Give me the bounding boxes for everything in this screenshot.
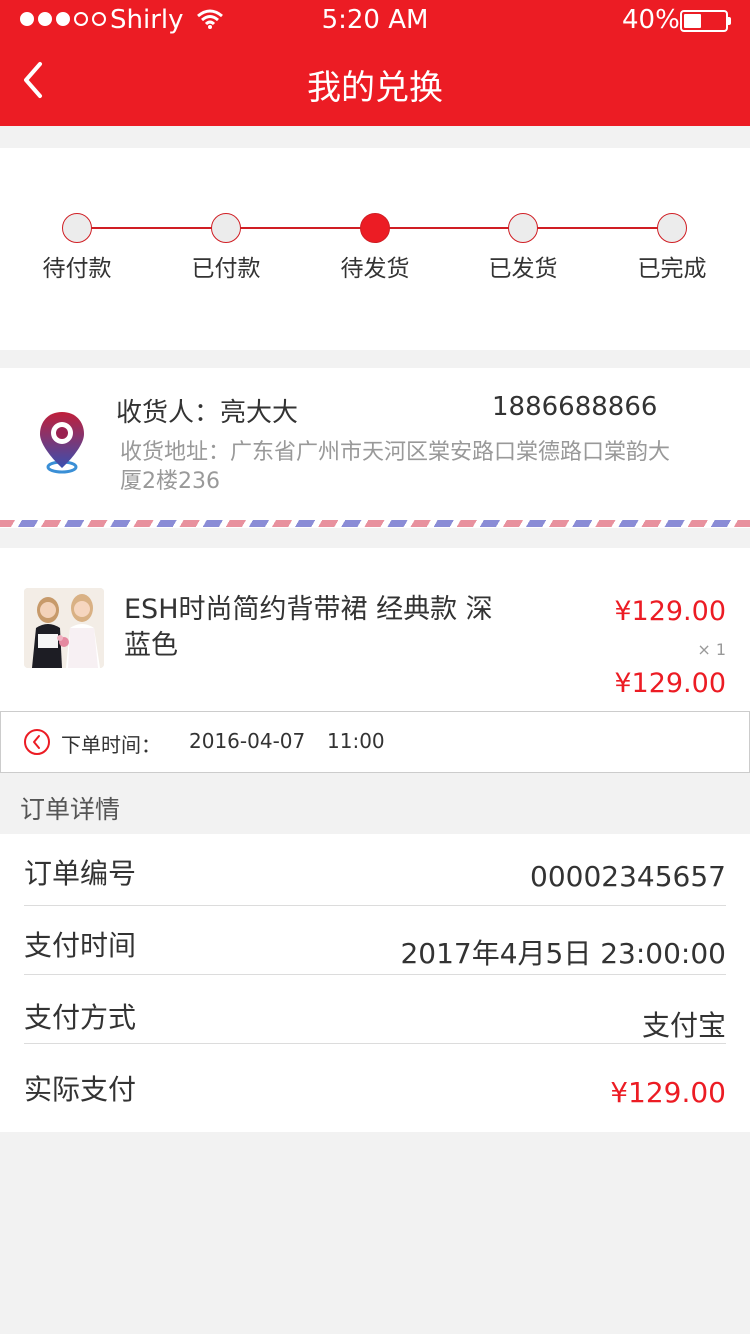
page-title: 我的兑换 xyxy=(307,68,443,108)
detail-key: 支付时间 xyxy=(24,929,137,962)
status-bar: Shirly 5:20 AM 40% xyxy=(0,0,750,40)
detail-value: 00002345657 xyxy=(530,860,726,893)
location-pin-icon xyxy=(40,412,84,474)
step-label: 待付款 xyxy=(42,256,112,282)
step-paid[interactable]: 已付款 xyxy=(166,213,286,283)
detail-value: 支付宝 xyxy=(641,1009,726,1042)
product-quantity: × 1 xyxy=(697,640,726,659)
detail-row-order-number: 订单编号 00002345657 xyxy=(24,834,726,904)
detail-key: 订单编号 xyxy=(24,857,137,890)
step-awaiting-shipment[interactable]: 待发货 xyxy=(315,213,435,283)
product-thumbnail xyxy=(24,588,104,668)
order-date: 2016-04-07 xyxy=(189,729,306,753)
order-details-header: 订单详情 xyxy=(20,795,121,824)
order-time-bar: 下单时间： 2016-04-07 11:00 xyxy=(0,711,750,773)
order-details-list: 订单编号 00002345657 支付时间 2017年4月5日 23:00:00… xyxy=(0,834,750,1132)
product-name: ESH时尚简约背带裙 经典款 深蓝色 xyxy=(124,594,493,661)
detail-row-payment-method: 支付方式 支付宝 xyxy=(24,978,726,1048)
order-hour: 11:00 xyxy=(327,729,385,753)
detail-value: 2017年4月5日 23:00:00 xyxy=(400,937,726,970)
clock-icon xyxy=(24,729,50,755)
consignee-name: 亮大大 xyxy=(220,398,299,428)
nav-bar: 我的兑换 xyxy=(0,40,750,126)
step-completed[interactable]: 已完成 xyxy=(612,213,732,283)
step-pending-payment[interactable]: 待付款 xyxy=(17,213,137,283)
step-circle xyxy=(62,213,92,243)
order-progress: 待付款 已付款 待发货 已发货 已完成 xyxy=(0,148,750,350)
step-label: 已完成 xyxy=(637,256,707,282)
order-time-label: 下单时间： xyxy=(61,733,161,757)
shipping-address-card[interactable]: 收货人：亮大大 1886688866 收货地址：广东省广州市天河区棠安路口棠德路… xyxy=(0,368,750,528)
step-label: 已发货 xyxy=(488,256,558,282)
address-text: 收货地址：广东省广州市天河区棠安路口棠德路口棠韵大厦2楼236 xyxy=(120,440,671,494)
consignee: 收货人：亮大大 xyxy=(116,392,298,429)
product-price: ¥129.00 xyxy=(614,596,726,627)
detail-key: 支付方式 xyxy=(24,1001,137,1034)
detail-value: ¥129.00 xyxy=(610,1076,726,1109)
header: Shirly 5:20 AM 40% 我的兑换 xyxy=(0,0,750,126)
step-circle xyxy=(211,213,241,243)
row-divider xyxy=(24,974,726,975)
product-item[interactable]: ESH时尚简约背带裙 经典款 深蓝色 ¥129.00 × 1 ¥129.00 xyxy=(0,548,750,711)
step-label: 待发货 xyxy=(340,256,410,282)
step-circle-active xyxy=(360,213,390,243)
step-label: 已付款 xyxy=(191,256,261,282)
product-total: ¥129.00 xyxy=(614,668,726,699)
row-divider xyxy=(24,1043,726,1044)
step-shipped[interactable]: 已发货 xyxy=(463,213,583,283)
consignee-phone: 1886688866 xyxy=(492,392,658,422)
detail-key: 实际支付 xyxy=(24,1073,137,1106)
step-circle xyxy=(508,213,538,243)
envelope-stripe-divider xyxy=(0,520,750,527)
battery-icon xyxy=(680,10,732,32)
step-circle xyxy=(657,213,687,243)
battery-percent: 40% xyxy=(622,5,680,35)
consignee-label: 收货人： xyxy=(116,398,221,428)
detail-row-actual-payment: 实际支付 ¥129.00 xyxy=(24,1050,726,1120)
detail-row-payment-time: 支付时间 2017年4月5日 23:00:00 xyxy=(24,906,726,976)
